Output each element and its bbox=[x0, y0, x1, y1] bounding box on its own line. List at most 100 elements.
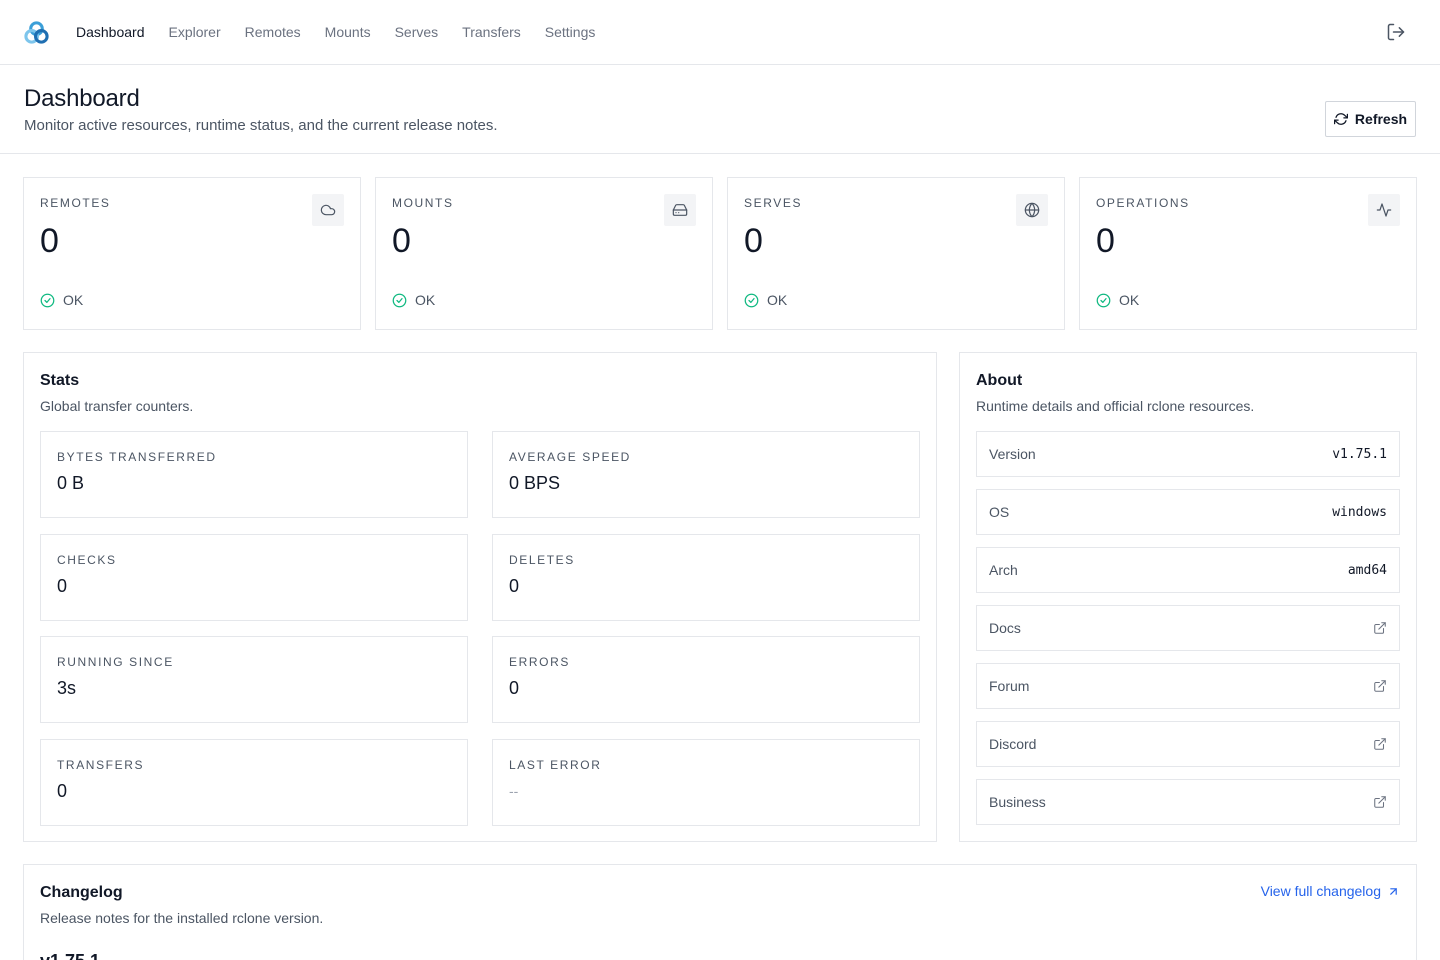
changelog-title: Changelog bbox=[40, 884, 123, 901]
hard-drive-icon bbox=[664, 194, 696, 226]
refresh-label: Refresh bbox=[1354, 111, 1408, 127]
link-label: Discord bbox=[989, 736, 1037, 752]
changelog-subtitle: Release notes for the installed rclone v… bbox=[40, 910, 324, 926]
stat-label: AVERAGE SPEED bbox=[509, 450, 631, 464]
nav-item-explorer[interactable]: Explorer bbox=[169, 24, 221, 40]
changelog-link-label: View full changelog bbox=[1260, 883, 1381, 899]
stat-value: 0 BPS bbox=[509, 473, 561, 493]
changelog-version-heading: v1.75.1 bbox=[40, 951, 100, 960]
about-card: About Runtime details and official rclon… bbox=[959, 352, 1417, 842]
nav-item-mounts[interactable]: Mounts bbox=[325, 24, 371, 40]
status-text: OK bbox=[1119, 292, 1140, 308]
stat-running-since: RUNNING SINCE 3s bbox=[40, 636, 468, 723]
stat-label: LAST ERROR bbox=[509, 758, 602, 772]
stat-checks: CHECKS 0 bbox=[40, 534, 468, 621]
stat-value: 0 bbox=[509, 678, 520, 698]
metric-value: 0 bbox=[1096, 222, 1115, 260]
metric-label: SERVES bbox=[744, 196, 803, 210]
discord-link[interactable]: Discord bbox=[976, 721, 1400, 767]
refresh-icon bbox=[1333, 113, 1348, 125]
stat-label: DELETES bbox=[509, 553, 575, 567]
stats-card: Stats Global transfer counters. BYTES TR… bbox=[23, 352, 937, 842]
link-label: Docs bbox=[989, 620, 1021, 636]
stat-value: 0 bbox=[57, 576, 68, 596]
arrow-up-right-icon bbox=[1390, 887, 1397, 895]
stat-deletes: DELETES 0 bbox=[492, 534, 920, 621]
business-link[interactable]: Business bbox=[976, 779, 1400, 825]
stats-subtitle: Global transfer counters. bbox=[40, 398, 194, 414]
status-text: OK bbox=[415, 292, 436, 308]
metric-card-remotes: REMOTES 0 OK bbox=[23, 177, 361, 330]
about-key: OS bbox=[989, 504, 1010, 520]
about-key: Arch bbox=[989, 562, 1018, 578]
about-value: v1.75.1 bbox=[1332, 446, 1387, 462]
stat-value: 0 bbox=[57, 781, 68, 801]
about-row-version: Version v1.75.1 bbox=[976, 431, 1400, 477]
status-ok: OK bbox=[392, 292, 435, 308]
page-subtitle: Monitor active resources, runtime status… bbox=[24, 117, 498, 134]
about-value: windows bbox=[1332, 504, 1387, 520]
about-value: amd64 bbox=[1347, 562, 1387, 578]
refresh-button[interactable]: Refresh bbox=[1325, 101, 1416, 137]
stat-label: CHECKS bbox=[57, 553, 117, 567]
check-circle-icon bbox=[40, 293, 55, 307]
status-ok: OK bbox=[1096, 292, 1139, 308]
stat-last-error: LAST ERROR -- bbox=[492, 739, 920, 826]
stat-label: TRANSFERS bbox=[57, 758, 145, 772]
stat-errors: ERRORS 0 bbox=[492, 636, 920, 723]
metric-label: OPERATIONS bbox=[1096, 196, 1190, 210]
page-header: Dashboard Monitor active resources, runt… bbox=[0, 65, 1440, 154]
metric-value: 0 bbox=[392, 222, 411, 260]
metric-label: MOUNTS bbox=[392, 196, 454, 210]
nav-item-serves[interactable]: Serves bbox=[395, 24, 439, 40]
nav-item-dashboard[interactable]: Dashboard bbox=[76, 24, 145, 40]
metric-card-mounts: MOUNTS 0 OK bbox=[375, 177, 713, 330]
stat-label: BYTES TRANSFERRED bbox=[57, 450, 217, 464]
stat-label: RUNNING SINCE bbox=[57, 655, 174, 669]
about-row-arch: Arch amd64 bbox=[976, 547, 1400, 593]
stat-value: 0 B bbox=[57, 473, 85, 493]
page-title: Dashboard bbox=[24, 85, 140, 112]
about-row-os: OS windows bbox=[976, 489, 1400, 535]
changelog-card: Changelog Release notes for the installe… bbox=[23, 864, 1417, 960]
metric-card-serves: SERVES 0 OK bbox=[727, 177, 1065, 330]
activity-icon bbox=[1368, 194, 1400, 226]
metric-label: REMOTES bbox=[40, 196, 111, 210]
metric-value: 0 bbox=[40, 222, 59, 260]
about-subtitle: Runtime details and official rclone reso… bbox=[976, 398, 1255, 414]
status-ok: OK bbox=[40, 292, 83, 308]
check-circle-icon bbox=[1096, 293, 1111, 307]
metric-value: 0 bbox=[744, 222, 763, 260]
link-label: Business bbox=[989, 794, 1046, 810]
stat-value: 0 bbox=[509, 576, 520, 596]
docs-link[interactable]: Docs bbox=[976, 605, 1400, 651]
forum-link[interactable]: Forum bbox=[976, 663, 1400, 709]
external-link-icon bbox=[1374, 796, 1386, 808]
stat-label: ERRORS bbox=[509, 655, 570, 669]
view-full-changelog-link[interactable]: View full changelog bbox=[1261, 883, 1400, 899]
stat-bytes-transferred: BYTES TRANSFERRED 0 B bbox=[40, 431, 468, 518]
logout-icon[interactable] bbox=[1386, 22, 1406, 42]
top-nav-bar: Dashboard Explorer Remotes Mounts Serves… bbox=[0, 0, 1440, 65]
metric-card-operations: OPERATIONS 0 OK bbox=[1079, 177, 1417, 330]
status-text: OK bbox=[767, 292, 788, 308]
stat-value: -- bbox=[509, 783, 519, 799]
about-title: About bbox=[976, 372, 1023, 389]
check-circle-icon bbox=[744, 293, 759, 307]
nav-item-settings[interactable]: Settings bbox=[545, 24, 596, 40]
main-nav: Dashboard Explorer Remotes Mounts Serves… bbox=[76, 0, 595, 64]
cloud-icon bbox=[312, 194, 344, 226]
external-link-icon bbox=[1374, 622, 1386, 634]
stat-average-speed: AVERAGE SPEED 0 BPS bbox=[492, 431, 920, 518]
globe-icon bbox=[1016, 194, 1048, 226]
stats-title: Stats bbox=[40, 372, 80, 389]
about-key: Version bbox=[989, 446, 1036, 462]
stat-transfers: TRANSFERS 0 bbox=[40, 739, 468, 826]
rclone-logo[interactable] bbox=[24, 20, 49, 45]
stat-value: 3s bbox=[57, 678, 77, 698]
nav-item-remotes[interactable]: Remotes bbox=[245, 24, 301, 40]
nav-item-transfers[interactable]: Transfers bbox=[462, 24, 521, 40]
external-link-icon bbox=[1374, 680, 1386, 692]
link-label: Forum bbox=[989, 678, 1030, 694]
status-ok: OK bbox=[744, 292, 787, 308]
